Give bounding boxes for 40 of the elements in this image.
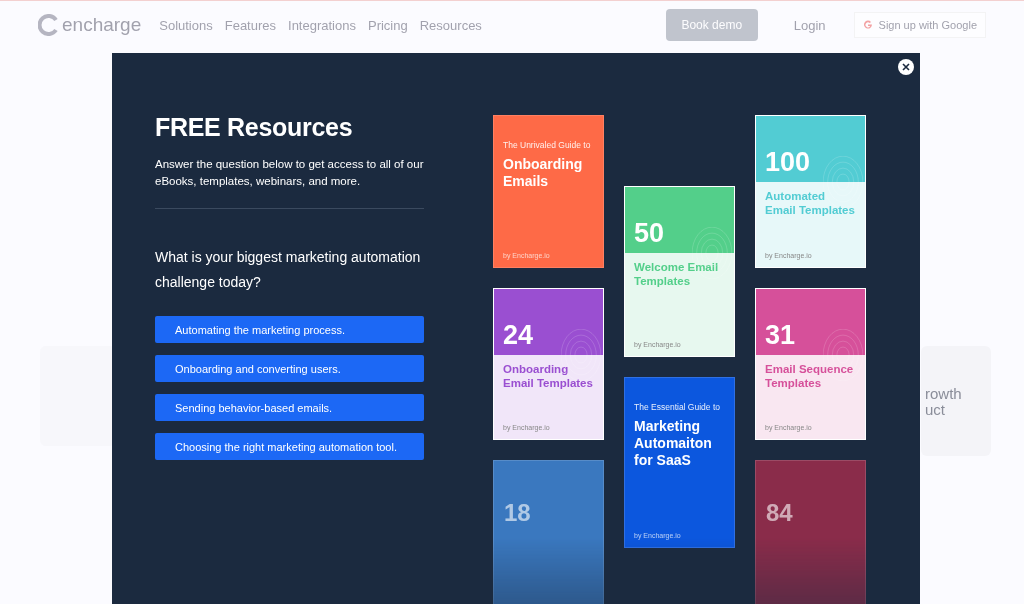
nav-link[interactable]: Integrations xyxy=(288,17,356,33)
google-signup-button[interactable]: Sign up with Google xyxy=(853,12,986,38)
ebook-number: 24 xyxy=(503,320,534,349)
logo-text: encharge xyxy=(62,14,142,36)
ebook-subtitle: The Unrivaled Guide to xyxy=(503,140,592,150)
google-icon xyxy=(862,20,873,30)
answer-button[interactable]: Onboarding and converting users. xyxy=(155,355,424,382)
contour-pattern-icon xyxy=(823,156,863,208)
close-button[interactable] xyxy=(898,59,914,75)
book-demo-button[interactable]: Book demo xyxy=(665,9,758,41)
ebook-cover[interactable]: 18 xyxy=(493,460,604,604)
ebook-number: 100 xyxy=(765,148,811,176)
ebook-number: 50 xyxy=(634,219,665,247)
ebook-cover[interactable]: 84 xyxy=(755,460,866,604)
modal-title: FREE Resources xyxy=(155,113,354,142)
ebook-title: Automated Email Templates xyxy=(765,189,856,217)
ebook-subtitle: The Essential Guide to xyxy=(634,402,721,412)
nav-link[interactable]: Pricing xyxy=(367,17,408,33)
ebook-number: 31 xyxy=(765,320,796,349)
close-icon xyxy=(902,63,910,71)
ebook-title: Onboarding Email Templates xyxy=(503,361,594,390)
login-link[interactable]: Login xyxy=(793,17,826,33)
ebook-title: Welcome Email Templates xyxy=(634,260,720,288)
question-text: What is your biggest marketing automation challenge today? xyxy=(155,248,422,292)
ebook-title: Email Sequence Templates xyxy=(765,361,855,390)
background-text: uct xyxy=(925,402,946,418)
nav-link[interactable]: Solutions xyxy=(159,17,213,33)
nav-link[interactable]: Features xyxy=(224,17,277,33)
nav-link[interactable]: Resources xyxy=(419,17,482,33)
modal-intro: Answer the question below to get access to all of our eBooks, templates, webinars, and more. xyxy=(155,157,425,189)
logo-icon xyxy=(38,14,60,36)
ebook-number: 18 xyxy=(504,499,532,528)
logo[interactable]: encharge xyxy=(38,14,142,36)
answer-button[interactable]: Choosing the right marketing automation tool. xyxy=(155,433,424,460)
ebook-title: Onboarding Emails xyxy=(503,156,584,191)
answer-button[interactable]: Automating the marketing process. xyxy=(155,316,424,343)
background-text: rowth xyxy=(925,386,963,402)
answer-button[interactable]: Sending behavior-based emails. xyxy=(155,394,424,421)
ebook-title: Marketing Automaiton for SaaS xyxy=(634,418,713,470)
ebook-number: 84 xyxy=(766,499,794,528)
